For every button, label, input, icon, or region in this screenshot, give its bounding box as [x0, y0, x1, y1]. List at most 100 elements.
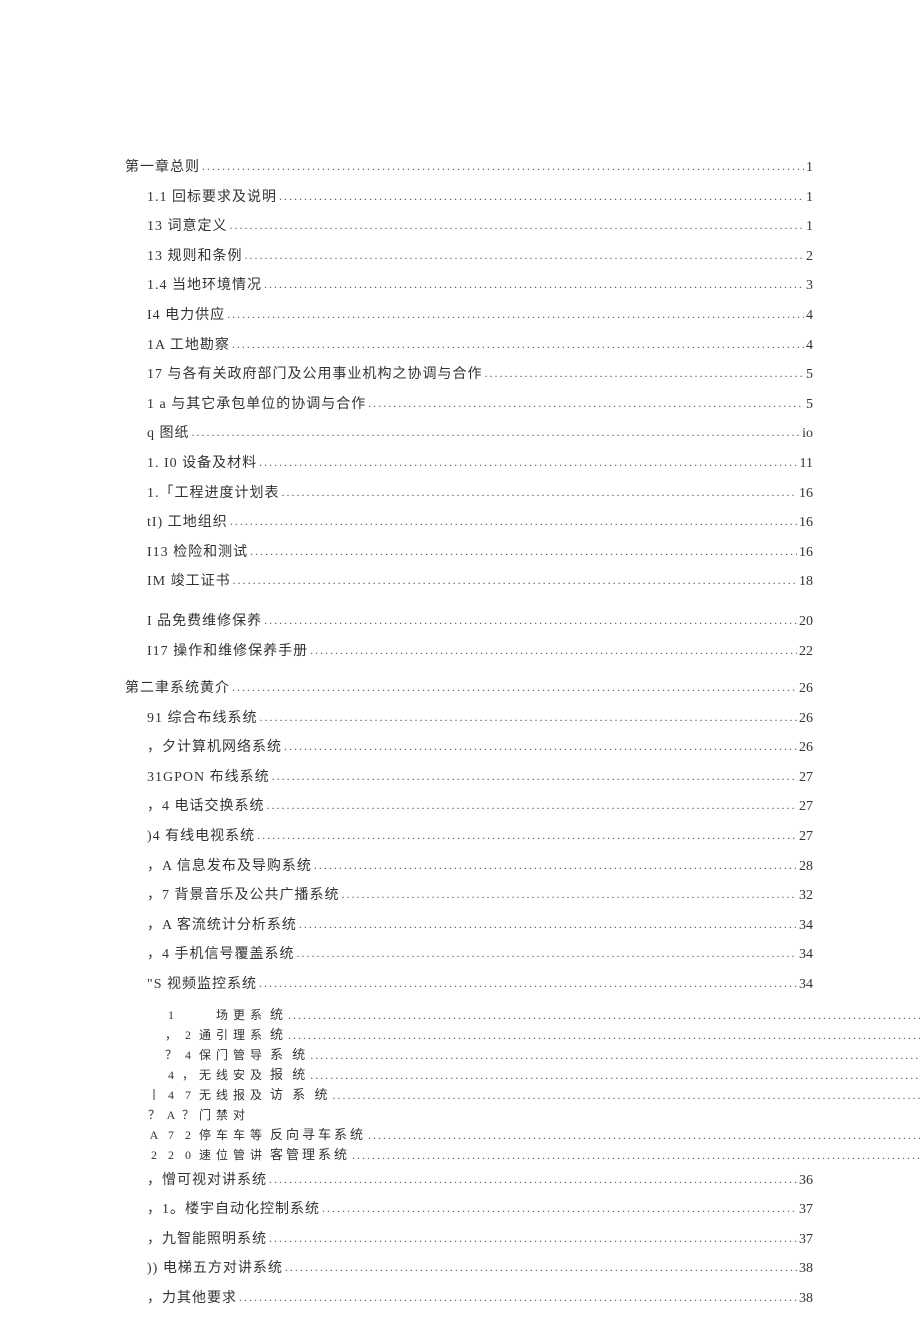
toc-entry: 1.「工程进度计划表16 [125, 484, 813, 504]
toc-page-number: 11 [798, 454, 813, 474]
toc-page-number: 4 [804, 306, 813, 326]
toc-entry-label: q 图纸 [147, 424, 190, 444]
toc-entry: I 品免费维修保养 20 [125, 612, 813, 632]
toc-entry-label: ，憎可视对讲系统 [147, 1171, 267, 1191]
toc-vrow-label [266, 1105, 276, 1125]
toc-vcol: 24，7？20 [181, 1005, 198, 1165]
toc-vcol: 场引门线线禁车位 [215, 1005, 232, 1165]
toc-entry: 13 规则和条例2 [125, 247, 813, 267]
toc-page-number: 16 [797, 513, 813, 533]
toc-entry-label: 1.4 当地环境情况 [147, 276, 262, 296]
toc-page-number: io [800, 424, 813, 444]
toc-leader-dots [230, 336, 804, 353]
toc-page-number: 34 [797, 916, 813, 936]
toc-vertical-columns: 丨？A21，？44A72 24，7？20 通保无无门停速场引门线线禁车位更理管安… [147, 1005, 266, 1165]
toc-entry-label: IM 竣工证书 [147, 572, 231, 592]
toc-leader-dots [308, 642, 797, 659]
toc-page-number: 2 [804, 247, 813, 267]
toc-page-number: 18 [797, 572, 813, 592]
toc-entry-label: )) 电梯五方对讲系统 [147, 1259, 283, 1279]
toc-entry: ，力其他要求38 [125, 1289, 813, 1309]
toc-leader-dots [190, 424, 801, 441]
toc-leader-dots [231, 572, 797, 589]
toc-leader-dots [248, 543, 797, 560]
toc-entry-label: I 品免费维修保养 [147, 612, 262, 632]
toc-vertical-block: 丨？A21，？44A72 24，7？20 通保无无门停速场引门线线禁车位更理管安… [147, 1005, 813, 1165]
toc-entry-label: 1.1 回标要求及说明 [147, 188, 277, 208]
toc-entry: 13 词意定义 1 [125, 217, 813, 237]
toc-vrow: 报 统35 [266, 1065, 920, 1085]
toc-page-number: 36 [797, 1171, 813, 1191]
toc-entry-label: tI) 工地组织 [147, 513, 228, 533]
toc-entry: ，7 背景音乐及公共广播系统32 [125, 886, 813, 906]
toc-entry-label: "S 视频监控系统 [147, 975, 257, 995]
toc-entry-label: I4 电力供应 [147, 306, 225, 326]
toc-page-number: 38 [797, 1289, 813, 1309]
toc-page-number: 20 [797, 612, 813, 632]
toc-leader-dots [262, 276, 804, 293]
toc-entry-label: I17 操作和维修保养手册 [147, 642, 308, 662]
toc-page-number: 1 [804, 217, 813, 237]
toc-entry: q 图纸 io [125, 424, 813, 444]
toc-entry-label: 第一章总则 [125, 158, 200, 178]
toc-vrow-label: 统 [266, 1025, 286, 1045]
toc-vcol: 1，？44A72 [164, 1005, 181, 1165]
toc-leader-dots [228, 513, 797, 530]
toc-entry: )4 有线电视系统27 [125, 827, 813, 847]
toc-leader-dots [320, 1200, 797, 1217]
toc-entry-label: 第二聿系统黄介 [125, 679, 230, 699]
toc-vcol: 系系导及及 等讲 [249, 1005, 266, 1165]
toc-page-number: 16 [797, 543, 813, 563]
toc-entry-label: )4 有线电视系统 [147, 827, 255, 847]
toc-leader-dots [295, 945, 798, 962]
toc-leader-dots [366, 395, 804, 412]
toc-page-number: 34 [797, 945, 813, 965]
toc-entry-label: ，夕计算机网络系统 [147, 738, 282, 758]
toc-leader-dots [255, 827, 797, 844]
toc-leader-dots [366, 1125, 920, 1145]
toc-leader-dots [225, 306, 804, 323]
toc-page-number: 22 [797, 642, 813, 662]
toc-entry: ，1。楼宇自动化控制系统37 [125, 1200, 813, 1220]
toc-leader-dots [257, 454, 797, 471]
toc-vrow: 系 统35 [266, 1045, 920, 1065]
toc-leader-dots [297, 916, 797, 933]
toc-entry-label: 1. I0 设备及材料 [147, 454, 257, 474]
toc-vrow: 统35 [266, 1025, 920, 1045]
toc-page-number: 37 [797, 1230, 813, 1250]
toc-entry-label: 13 词意定义 [147, 217, 228, 237]
toc-leader-dots [312, 857, 797, 874]
toc-leader-dots [277, 188, 804, 205]
toc-leader-dots [270, 768, 797, 785]
toc-leader-dots [280, 484, 798, 501]
toc-page-number: 32 [797, 886, 813, 906]
toc-entry-label: ，4 手机信号覆盖系统 [147, 945, 295, 965]
toc-leader-dots [258, 709, 798, 726]
toc-page-number: 3 [804, 276, 813, 296]
toc-vcol: 通保无无门停速 [198, 1005, 215, 1165]
toc-leader-dots [257, 975, 797, 992]
toc-entry-label: ，九智能照明系统 [147, 1230, 267, 1250]
toc-vrow: 访 系 统36 [266, 1085, 920, 1105]
toc-list-after: ，憎可视对讲系统 36 ，1。楼宇自动化控制系统37 ，九智能照明系统 37 )) 电梯五… [125, 1171, 813, 1309]
toc-leader-dots [262, 612, 797, 629]
toc-entry: ，4 手机信号覆盖系统 34 [125, 945, 813, 965]
toc-leader-dots [267, 1171, 797, 1188]
toc-entry-label: ，1。楼宇自动化控制系统 [147, 1200, 320, 1220]
toc-entry: IM 竣工证书 18 [125, 572, 813, 592]
toc-entry: 1 a 与其它承包单位的协调与合作5 [125, 395, 813, 415]
toc-list-main: 第一章总则11.1 回标要求及说明113 词意定义113 规则和条例21.4 当… [125, 158, 813, 995]
toc-leader-dots [483, 365, 805, 382]
toc-entry: 31GPON 布线系统27 [125, 768, 813, 788]
toc-vrow: 统35 [266, 1005, 920, 1025]
toc-leader-dots [340, 886, 798, 903]
toc-entry: )) 电梯五方对讲系统38 [125, 1259, 813, 1279]
toc-leader-dots [308, 1065, 920, 1085]
toc-vrow-label: 系 统 [266, 1045, 308, 1065]
toc-leader-dots [200, 158, 804, 175]
toc-vrow-label: 统 [266, 1005, 286, 1025]
toc-leader-dots [286, 1005, 920, 1025]
toc-entry: tI) 工地组织 16 [125, 513, 813, 533]
toc-vertical-rows: 统35统35系 统35报 统35访 系 统36 反向寻车系统36客管理系统36 [266, 1005, 920, 1165]
toc-entry-label: 1.「工程进度计划表 [147, 484, 280, 504]
